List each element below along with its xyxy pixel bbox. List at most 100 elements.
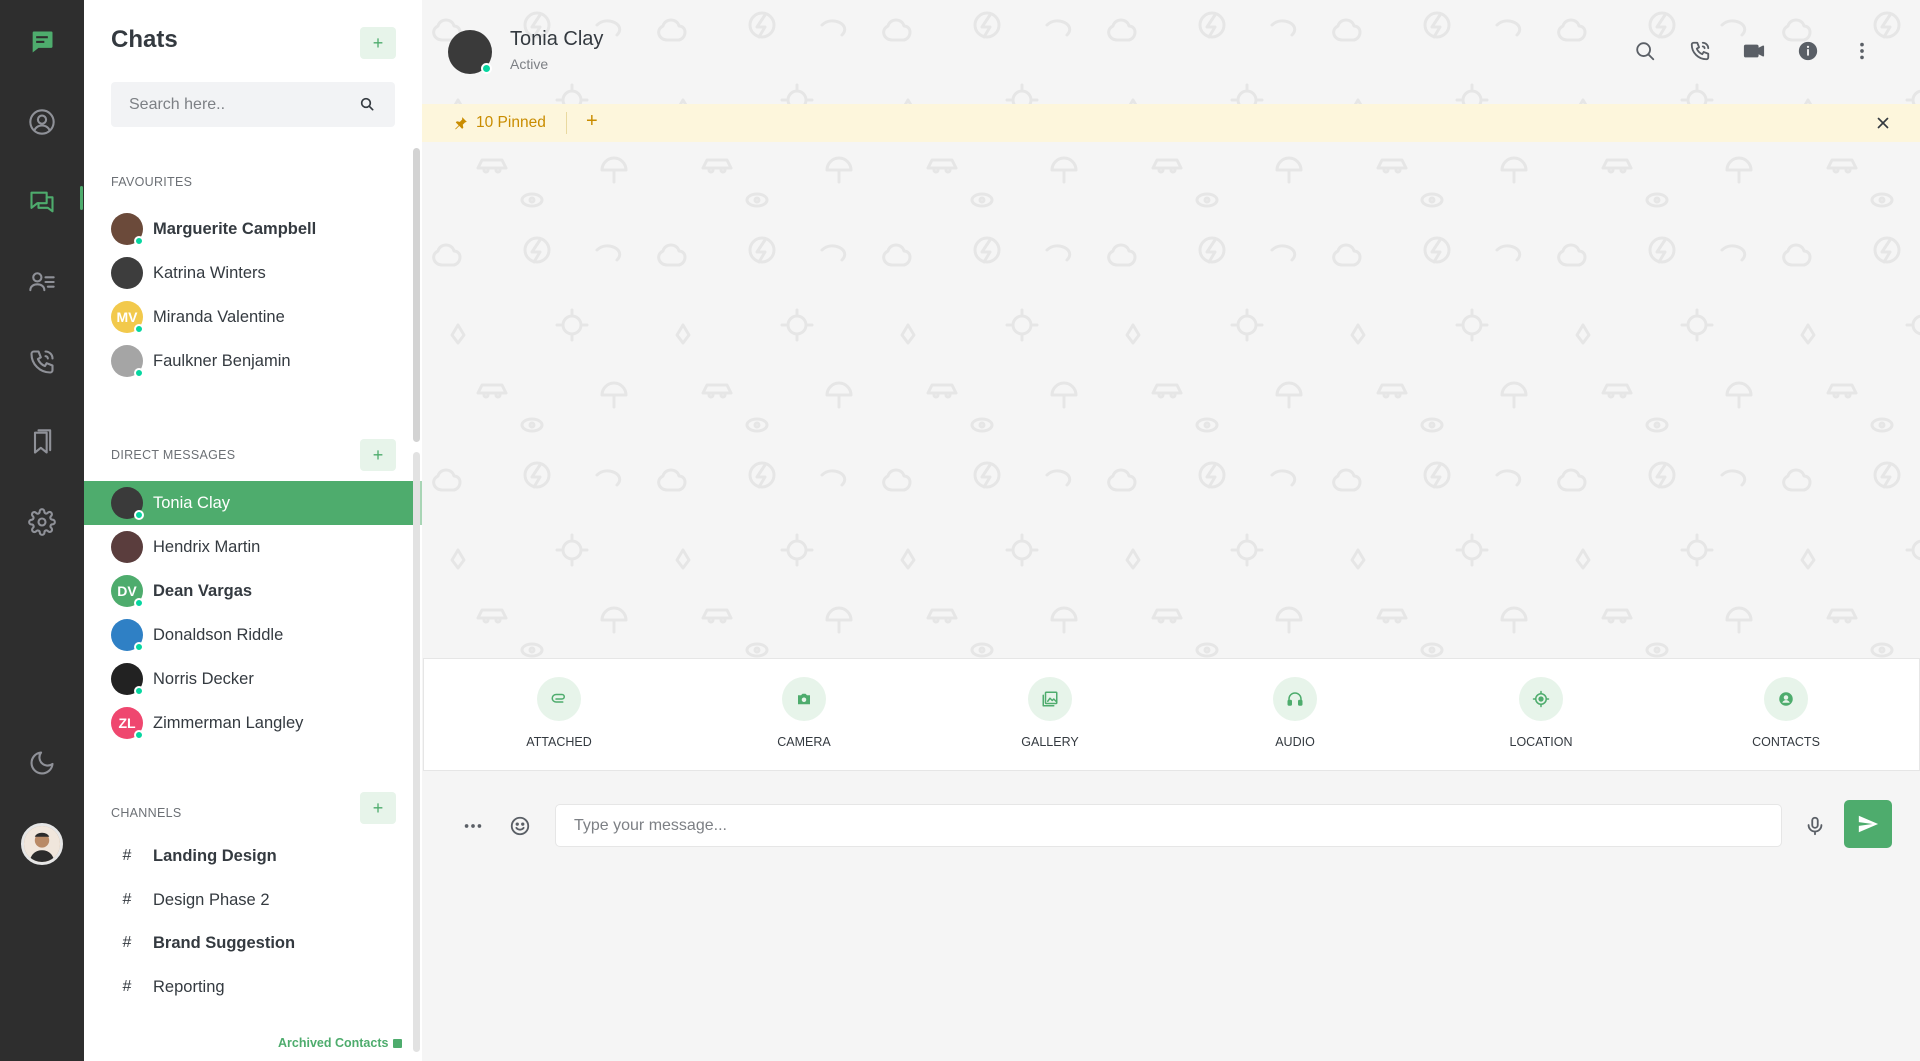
online-indicator [134, 598, 144, 608]
location-icon [1519, 677, 1563, 721]
chat-main: Tonia Clay Active 10 Pinned + ATTACHED C… [422, 0, 1920, 1061]
chat-header: Tonia Clay Active [422, 0, 1920, 104]
pinned-bar: 10 Pinned + [422, 104, 1920, 142]
dark-mode-moon-icon[interactable] [22, 743, 62, 783]
archived-contacts-link[interactable]: Archived Contacts [278, 1036, 403, 1050]
contact-name: Tonia Clay [153, 493, 231, 512]
attach-gallery-button[interactable]: GALLERY [990, 677, 1110, 749]
avatar [111, 345, 144, 378]
attach-label: GALLERY [1021, 735, 1079, 749]
new-chat-button[interactable]: + [360, 27, 396, 59]
active-indicator [80, 186, 83, 210]
contact-name: Miranda Valentine [153, 307, 285, 326]
avatar-initials: ZL [118, 715, 136, 731]
settings-icon[interactable] [22, 502, 62, 542]
avatar-initials: DV [117, 583, 137, 599]
online-indicator [134, 642, 144, 652]
attachment-panel: ATTACHED CAMERA GALLERY AUDIO LOCATION C… [423, 658, 1920, 771]
favourite-item[interactable]: Faulkner Benjamin [84, 339, 422, 383]
channel-name: Brand Suggestion [153, 933, 296, 952]
online-indicator [481, 63, 492, 74]
bookmarks-icon[interactable] [22, 422, 62, 462]
attach-camera-button[interactable]: CAMERA [744, 677, 864, 749]
contact-name: Marguerite Campbell [153, 219, 317, 238]
paperclip-icon [537, 677, 581, 721]
direct-message-item[interactable]: Norris Decker [84, 657, 422, 701]
direct-message-item[interactable]: Hendrix Martin [84, 525, 422, 569]
more-horizontal-icon[interactable] [460, 813, 486, 839]
user-avatar[interactable] [21, 823, 63, 865]
attach-label: ATTACHED [526, 735, 592, 749]
new-direct-message-button[interactable]: + [360, 439, 396, 471]
direct-message-item[interactable]: ZL Zimmerman Langley [84, 701, 422, 745]
attach-label: CONTACTS [1752, 735, 1820, 749]
search-icon[interactable] [1632, 38, 1658, 64]
calls-icon[interactable] [22, 342, 62, 382]
search-box [111, 82, 395, 127]
channel-name: Reporting [153, 977, 225, 996]
add-pin-button[interactable]: + [586, 110, 598, 133]
video-icon[interactable] [1741, 38, 1767, 64]
chat-avatar[interactable] [448, 30, 492, 74]
logo-chat-icon[interactable] [22, 22, 62, 62]
close-icon[interactable] [1874, 114, 1892, 132]
search-input[interactable] [129, 95, 349, 114]
phone-icon[interactable] [1687, 38, 1713, 64]
channel-item[interactable]: # Design Phase 2 [84, 878, 422, 922]
favourite-item[interactable]: MV Miranda Valentine [84, 295, 422, 339]
avatar-initials: MV [116, 309, 138, 325]
sidebar-scrollbar-track[interactable] [413, 452, 420, 1052]
channel-item[interactable]: # Landing Design [84, 834, 422, 878]
microphone-icon[interactable] [1802, 813, 1828, 839]
contacts-icon[interactable] [22, 262, 62, 302]
direct-message-item[interactable]: Tonia Clay [84, 481, 422, 525]
favourite-item[interactable]: Katrina Winters [84, 251, 422, 295]
camera-icon [782, 677, 826, 721]
chat-contact-name[interactable]: Tonia Clay [510, 28, 603, 51]
hash-icon: # [122, 847, 132, 864]
contact-name: Hendrix Martin [153, 537, 261, 556]
avatar [111, 619, 144, 652]
send-icon [1858, 815, 1879, 833]
attach-contact-button[interactable]: CONTACTS [1726, 677, 1846, 749]
sidebar-title: Chats [111, 26, 178, 53]
profile-icon[interactable] [22, 102, 62, 142]
send-button[interactable] [1844, 800, 1892, 848]
pin-icon [455, 117, 467, 130]
pinned-messages-button[interactable]: 10 Pinned [454, 114, 546, 132]
attach-label: AUDIO [1275, 735, 1315, 749]
sidebar-scrollbar-thumb[interactable] [413, 148, 420, 442]
emoji-icon[interactable] [507, 813, 533, 839]
direct-message-item[interactable]: DV Dean Vargas [84, 569, 422, 613]
channel-item[interactable]: # Reporting [84, 965, 422, 1009]
chats-icon[interactable] [22, 182, 62, 222]
channel-name: Landing Design [153, 846, 277, 865]
attach-location-button[interactable]: LOCATION [1481, 677, 1601, 749]
new-channel-button[interactable]: + [360, 792, 396, 824]
avatar [111, 531, 143, 563]
direct-messages-heading: DIRECT MESSAGES [111, 448, 236, 462]
hash-icon: # [122, 891, 132, 908]
avatar [111, 213, 144, 246]
avatar: DV [111, 575, 144, 608]
hash-icon: # [122, 934, 132, 951]
contact-icon [1764, 677, 1808, 721]
direct-message-item[interactable]: Donaldson Riddle [84, 613, 422, 657]
online-indicator [134, 686, 144, 696]
pinned-divider [566, 112, 567, 134]
search-icon[interactable] [359, 96, 375, 112]
attach-audio-button[interactable]: AUDIO [1235, 677, 1355, 749]
info-icon[interactable] [1795, 38, 1821, 64]
avatar [111, 257, 143, 289]
archive-icon [393, 1038, 403, 1048]
message-input[interactable] [555, 804, 1782, 847]
more-vertical-icon[interactable] [1849, 38, 1875, 64]
contact-name: Zimmerman Langley [153, 713, 304, 732]
attach-file-button[interactable]: ATTACHED [499, 677, 619, 749]
contact-name: Faulkner Benjamin [153, 351, 291, 370]
channels-heading: CHANNELS [111, 806, 182, 820]
channel-item[interactable]: # Brand Suggestion [84, 921, 422, 965]
pinned-count: 10 Pinned [476, 114, 546, 131]
channel-name: Design Phase 2 [153, 890, 270, 909]
favourite-item[interactable]: Marguerite Campbell [84, 207, 422, 251]
